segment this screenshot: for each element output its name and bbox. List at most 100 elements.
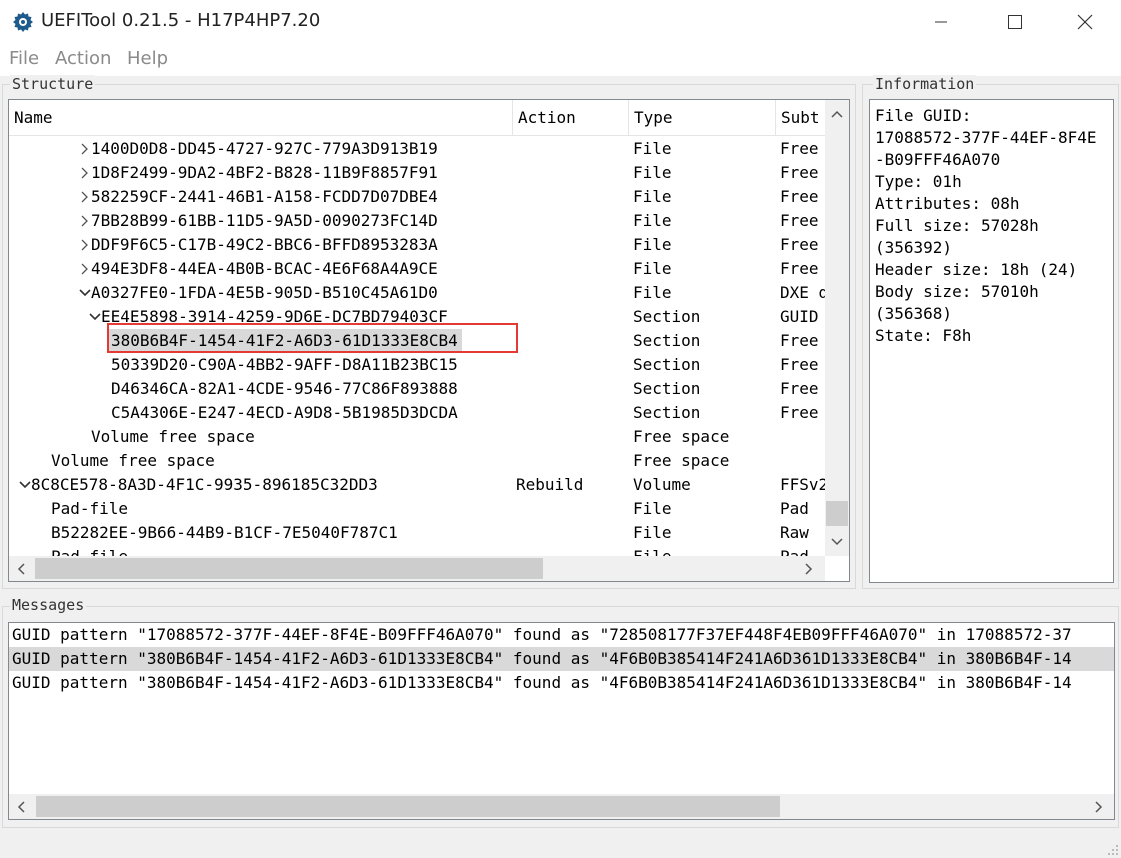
- tree-row[interactable]: Pad-file File Pad: [9, 545, 825, 556]
- tree-row[interactable]: 1D8F2499-9DA2-4BF2-B828-11B9F8857F91 File…: [9, 161, 825, 185]
- column-header-name[interactable]: Name: [9, 100, 513, 136]
- tree-row-type: Volume: [633, 475, 691, 494]
- tree-row-name: 494E3DF8-44EA-4B0B-BCAC-4E6F68A4A9CE: [91, 259, 438, 278]
- tree-row-subtype: DXE d: [780, 283, 825, 302]
- resize-grip-icon[interactable]: [1105, 842, 1119, 856]
- tree-row-subtype: Free: [780, 211, 819, 230]
- tree-row-type: File: [633, 545, 672, 556]
- structure-tree[interactable]: Name Action Type Subt 1400D0D8-DD45-4727…: [8, 99, 850, 582]
- column-header-subtype[interactable]: Subt: [776, 100, 825, 136]
- info-line: Attributes: 08h: [875, 194, 1020, 213]
- scroll-down-button[interactable]: [825, 532, 849, 552]
- maximize-button[interactable]: [980, 0, 1050, 44]
- tree-row-subtype: Pad: [780, 499, 809, 518]
- tree-horizontal-scrollbar[interactable]: [9, 556, 825, 581]
- column-header-action[interactable]: Action: [513, 100, 629, 136]
- tree-row-name: Pad-file: [51, 545, 128, 556]
- menu-file[interactable]: File: [9, 48, 39, 69]
- menu-action[interactable]: Action: [55, 48, 111, 69]
- scroll-left-button[interactable]: [11, 558, 31, 579]
- chevron-right-icon[interactable]: [79, 137, 91, 161]
- tree-row-name: 1D8F2499-9DA2-4BF2-B828-11B9F8857F91: [91, 163, 438, 182]
- tree-row-name: Pad-file: [51, 499, 129, 518]
- tree-header: Name Action Type Subt: [9, 100, 825, 136]
- chevron-right-icon[interactable]: [79, 161, 91, 185]
- close-icon: [1077, 14, 1093, 30]
- tree-row[interactable]: D46346CA-82A1-4CDE-9546-77C86F893888 Sect…: [9, 377, 825, 401]
- menu-help[interactable]: Help: [127, 48, 168, 69]
- chevron-right-icon[interactable]: [79, 233, 91, 257]
- tree-row-name: A0327FE0-1FDA-4E5B-905D-B510C45A61D0: [91, 283, 438, 302]
- messages-group-label: Messages: [10, 596, 87, 614]
- maximize-icon: [1008, 15, 1022, 29]
- messages-horizontal-scrollbar[interactable]: [9, 794, 1114, 819]
- tree-row-type: Section: [633, 379, 701, 398]
- tree-row[interactable]: A0327FE0-1FDA-4E5B-905D-B510C45A61D0 File…: [9, 281, 825, 305]
- tree-row-type: File: [633, 523, 672, 542]
- structure-group-label: Structure: [10, 75, 96, 93]
- tree-row-type: File: [633, 139, 672, 158]
- title-bar: UEFITool 0.21.5 - H17P4HP7.20: [0, 0, 1121, 44]
- tree-row-type: Free space: [633, 451, 730, 470]
- tree-row[interactable]: 50339D20-C90A-4BB2-9AFF-D8A11B23BC15 Sect…: [9, 353, 825, 377]
- tree-row-name: 1400D0D8-DD45-4727-927C-779A3D913B19: [91, 139, 438, 158]
- horizontal-scroll-thumb[interactable]: [35, 558, 543, 579]
- highlight-box: [107, 323, 518, 353]
- scroll-right-button[interactable]: [799, 558, 819, 579]
- tree-row-name: DDF9F6C5-C17B-49C2-BBC6-BFFD8953283A: [91, 235, 438, 254]
- tree-row[interactable]: Pad-file File Pad: [9, 497, 825, 521]
- close-button[interactable]: [1050, 0, 1120, 44]
- tree-row[interactable]: C5A4306E-E247-4ECD-A9D8-5B1985D3DCDA Sect…: [9, 401, 825, 425]
- scroll-up-button[interactable]: [825, 104, 849, 124]
- tree-row[interactable]: 8C8CE578-8A3D-4F1C-9935-896185C32DD3 Rebu…: [9, 473, 825, 497]
- chevron-right-icon[interactable]: [79, 185, 91, 209]
- chevron-down-icon[interactable]: [19, 473, 31, 497]
- chevron-right-icon[interactable]: [79, 257, 91, 281]
- tree-row[interactable]: Volume free space Free space: [9, 425, 825, 449]
- message-line[interactable]: GUID pattern "380B6B4F-1454-41F2-A6D3-61…: [9, 647, 1114, 671]
- tree-row-name: 50339D20-C90A-4BB2-9AFF-D8A11B23BC15: [111, 355, 458, 374]
- chevron-up-icon: [831, 110, 843, 118]
- tree-row-subtype: Free: [780, 331, 819, 350]
- tree-vertical-scrollbar[interactable]: [825, 100, 849, 556]
- tree-row-name: 7BB28B99-61BB-11D5-9A5D-0090273FC14D: [91, 211, 438, 230]
- messages-scroll-right-button[interactable]: [1089, 796, 1109, 817]
- info-line: (356392): [875, 238, 953, 257]
- messages-list[interactable]: GUID pattern "17088572-377F-44EF-8F4E-B0…: [8, 622, 1115, 820]
- tree-row[interactable]: 7BB28B99-61BB-11D5-9A5D-0090273FC14D File…: [9, 209, 825, 233]
- tree-row-type: File: [633, 283, 672, 302]
- info-line: 17088572-377F-44EF-8F4E: [875, 128, 1097, 147]
- column-header-type[interactable]: Type: [629, 100, 776, 136]
- tree-row-subtype: [780, 425, 825, 449]
- messages-scroll-left-button[interactable]: [11, 796, 31, 817]
- tree-row[interactable]: Volume free space Free space: [9, 449, 825, 473]
- tree-row[interactable]: B52282EE-9B66-44B9-B1CF-7E5040F787C1 File…: [9, 521, 825, 545]
- information-panel[interactable]: File GUID: 17088572-377F-44EF-8F4E -B09FFF…: [869, 99, 1114, 583]
- chevron-right-icon[interactable]: [79, 209, 91, 233]
- tree-row-type: File: [633, 235, 672, 254]
- tree-row-subtype: Free: [780, 355, 819, 374]
- tree-row[interactable]: DDF9F6C5-C17B-49C2-BBC6-BFFD8953283A File…: [9, 233, 825, 257]
- chevron-left-icon: [17, 800, 25, 813]
- chevron-left-icon: [17, 562, 25, 575]
- chevron-down-icon[interactable]: [79, 281, 91, 305]
- tree-row[interactable]: 1400D0D8-DD45-4727-927C-779A3D913B19 File…: [9, 137, 825, 161]
- vertical-scroll-thumb[interactable]: [826, 501, 848, 526]
- info-line: -B09FFF46A070: [875, 150, 1001, 169]
- tree-row-subtype: Free: [780, 235, 819, 254]
- tree-row-type: Free space: [633, 427, 730, 446]
- messages-scroll-thumb[interactable]: [36, 796, 780, 817]
- minimize-button[interactable]: [906, 0, 976, 44]
- tree-row-subtype: Pad: [780, 545, 825, 556]
- message-line[interactable]: GUID pattern "17088572-377F-44EF-8F4E-B0…: [9, 623, 1114, 647]
- chevron-down-icon[interactable]: [89, 305, 101, 329]
- tree-row-name: Volume free space: [91, 427, 255, 446]
- tree-row-name: 582259CF-2441-46B1-A158-FCDD7D07DBE4: [91, 187, 438, 206]
- chevron-right-icon: [805, 562, 813, 575]
- tree-row-name: 8C8CE578-8A3D-4F1C-9935-896185C32DD3: [31, 475, 378, 494]
- tree-row[interactable]: 494E3DF8-44EA-4B0B-BCAC-4E6F68A4A9CE File…: [9, 257, 825, 281]
- message-line[interactable]: GUID pattern "380B6B4F-1454-41F2-A6D3-61…: [9, 671, 1114, 695]
- tree-row-type: File: [633, 211, 672, 230]
- tree-row[interactable]: 582259CF-2441-46B1-A158-FCDD7D07DBE4 File…: [9, 185, 825, 209]
- info-line: (356368): [875, 304, 953, 323]
